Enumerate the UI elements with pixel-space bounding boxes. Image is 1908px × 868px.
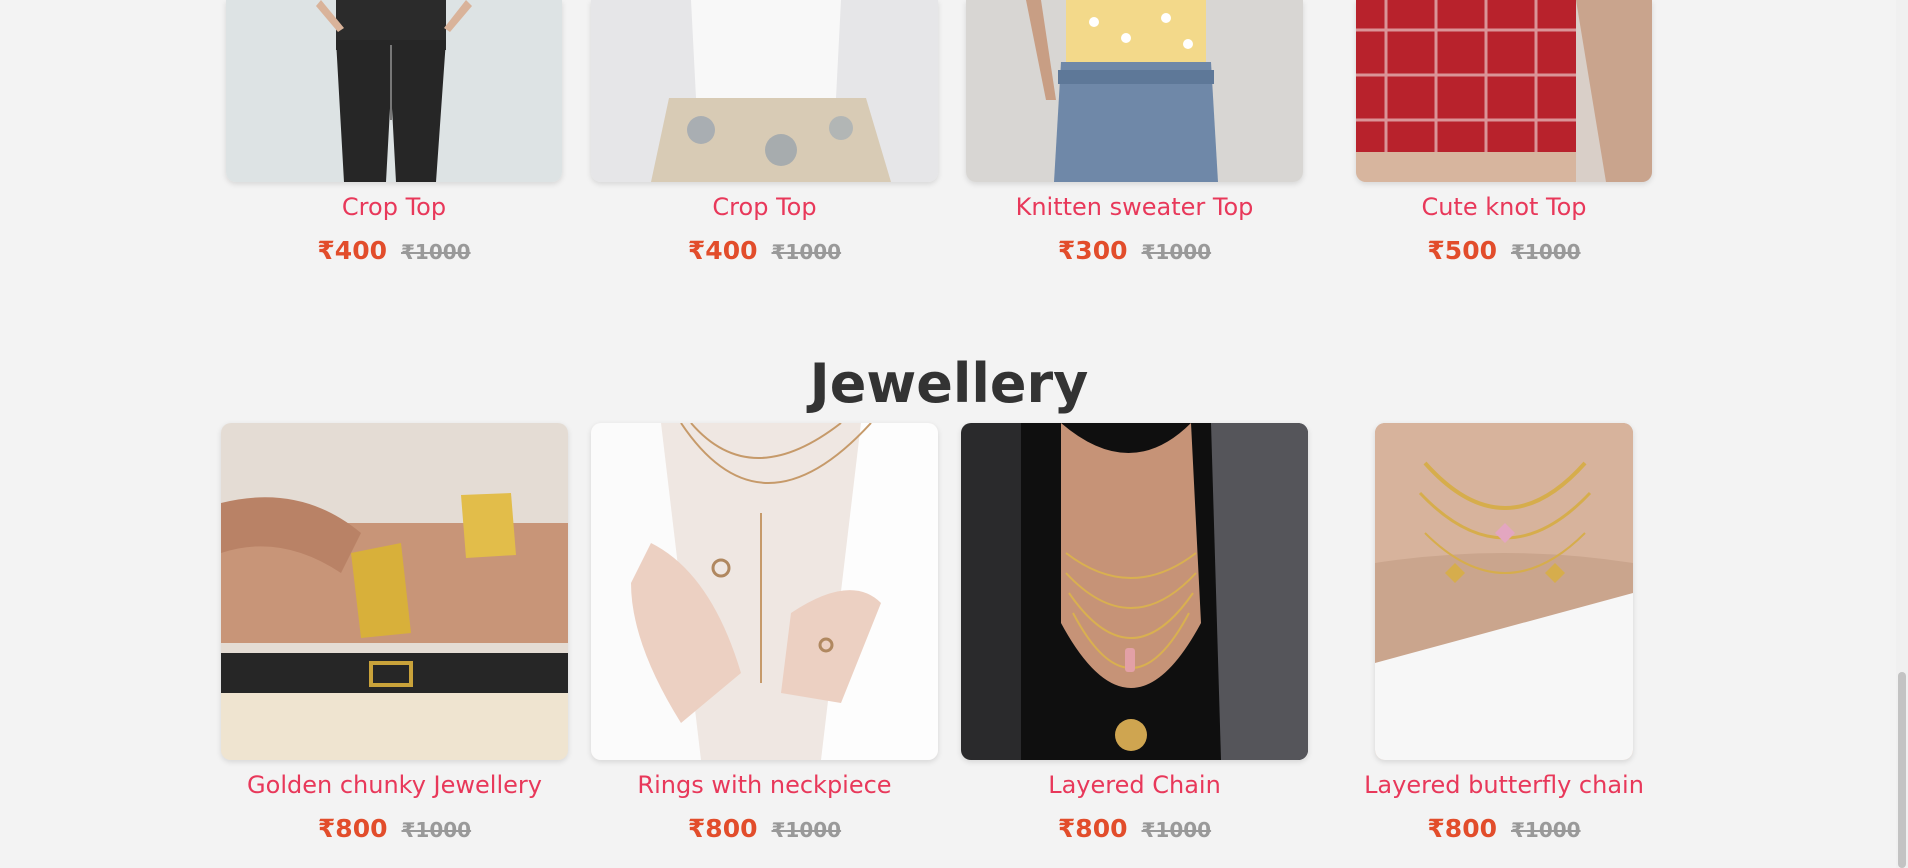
product-card-crop-top-1[interactable]: Crop Top ₹400 ₹1000	[226, 0, 562, 270]
product-name[interactable]: Rings with neckpiece	[591, 771, 938, 799]
product-price: ₹800	[687, 814, 758, 843]
product-image[interactable]	[1356, 0, 1652, 182]
product-image[interactable]	[221, 423, 568, 760]
product-image[interactable]	[591, 423, 938, 760]
product-card-cute-knot-top[interactable]: Cute knot Top ₹500 ₹1000	[1356, 0, 1652, 270]
page-scrollbar[interactable]	[1896, 0, 1908, 868]
product-price: ₹300	[1057, 236, 1128, 265]
product-card-knitten-sweater-top[interactable]: Knitten sweater Top ₹300 ₹1000	[966, 0, 1303, 270]
product-name[interactable]: Cute knot Top	[1356, 193, 1652, 221]
product-prices: ₹800 ₹1000	[591, 814, 938, 843]
product-card-rings-with-neckpiece[interactable]: Rings with neckpiece ₹800 ₹1000	[591, 423, 938, 863]
product-price: ₹400	[687, 236, 758, 265]
product-card-crop-top-2[interactable]: Crop Top ₹400 ₹1000	[591, 0, 938, 270]
product-prices: ₹800 ₹1000	[1356, 814, 1652, 843]
scrollbar-thumb[interactable]	[1898, 672, 1906, 868]
product-name[interactable]: Crop Top	[226, 193, 562, 221]
product-card-layered-chain[interactable]: Layered Chain ₹800 ₹1000	[961, 423, 1308, 863]
product-card-layered-butterfly-chain[interactable]: Layered butterfly chain ₹800 ₹1000	[1356, 423, 1652, 863]
product-price: ₹800	[317, 814, 388, 843]
product-image[interactable]	[961, 423, 1308, 760]
product-image[interactable]	[591, 0, 938, 182]
product-old-price: ₹1000	[1511, 240, 1581, 264]
product-old-price: ₹1000	[771, 818, 842, 842]
product-old-price: ₹1000	[401, 240, 471, 264]
product-prices: ₹500 ₹1000	[1356, 236, 1652, 265]
product-old-price: ₹1000	[1141, 818, 1212, 842]
product-old-price: ₹1000	[771, 240, 842, 264]
product-image[interactable]	[1375, 423, 1633, 760]
product-price: ₹500	[1427, 236, 1497, 265]
shop-page: Crop Top ₹400 ₹1000 Crop Top ₹400 ₹1000	[0, 0, 1908, 868]
product-card-golden-chunky-jewellery[interactable]: Golden chunky Jewellery ₹800 ₹1000	[221, 423, 568, 863]
product-old-price: ₹1000	[1511, 818, 1581, 842]
product-name[interactable]: Layered butterfly chain	[1356, 771, 1652, 799]
product-prices: ₹800 ₹1000	[221, 814, 568, 843]
product-name[interactable]: Crop Top	[591, 193, 938, 221]
product-prices: ₹400 ₹1000	[591, 236, 938, 265]
product-price: ₹800	[1057, 814, 1128, 843]
product-name[interactable]: Knitten sweater Top	[966, 193, 1303, 221]
product-prices: ₹300 ₹1000	[966, 236, 1303, 265]
product-price: ₹800	[1427, 814, 1497, 843]
product-name[interactable]: Layered Chain	[961, 771, 1308, 799]
product-old-price: ₹1000	[1141, 240, 1212, 264]
product-image[interactable]	[226, 0, 562, 182]
product-image[interactable]	[966, 0, 1303, 182]
product-price: ₹400	[317, 236, 387, 265]
product-prices: ₹400 ₹1000	[226, 236, 562, 265]
product-prices: ₹800 ₹1000	[961, 814, 1308, 843]
product-old-price: ₹1000	[401, 818, 472, 842]
section-title-jewellery: Jewellery	[809, 352, 1089, 415]
product-name[interactable]: Golden chunky Jewellery	[221, 771, 568, 799]
